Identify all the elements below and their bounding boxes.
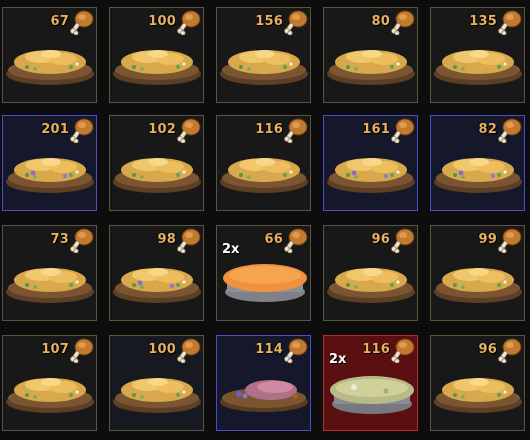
omelet-purple-food-icon	[433, 138, 523, 198]
item-count: 66	[264, 232, 283, 247]
omelet-food-icon	[112, 30, 202, 90]
drumstick-icon	[69, 117, 95, 144]
item-count: 116	[362, 342, 390, 357]
drumstick-icon	[497, 227, 523, 254]
drumstick-icon	[176, 227, 202, 254]
drumstick-icon	[176, 117, 202, 144]
inventory-slot[interactable]: 102	[109, 115, 204, 211]
item-count: 100	[148, 342, 176, 357]
inventory-slot[interactable]: 99	[430, 225, 525, 321]
inventory-slot[interactable]: 96	[323, 225, 418, 321]
inventory-slot[interactable]: 82	[430, 115, 525, 211]
inventory-slot[interactable]: 135	[430, 7, 525, 103]
omelet-food-icon	[5, 248, 95, 308]
omelet-food-icon	[326, 248, 416, 308]
omelet-food-icon	[219, 30, 309, 90]
inventory-slot[interactable]: 100	[109, 335, 204, 431]
item-count: 135	[469, 14, 497, 29]
multiplier-badge: 2x	[222, 242, 240, 257]
drumstick-icon	[497, 117, 523, 144]
omelet-food-icon	[433, 358, 523, 418]
omelet-purple-food-icon	[112, 248, 202, 308]
inventory-slot[interactable]: 80	[323, 7, 418, 103]
inventory-slot[interactable]: 98	[109, 225, 204, 321]
inventory-grid: 67 100 156 80 135 201 102 116 161 82 73 98 66 2x 96 99 1…	[0, 0, 530, 440]
omelet-food-icon	[219, 138, 309, 198]
item-count: 82	[478, 122, 497, 137]
inventory-slot[interactable]: 116	[216, 115, 311, 211]
omelet-food-icon	[5, 30, 95, 90]
item-count: 96	[371, 232, 390, 247]
drumstick-icon	[497, 337, 523, 364]
inventory-slot[interactable]: 114	[216, 335, 311, 431]
drumstick-icon	[176, 337, 202, 364]
green-pie-food-icon	[326, 358, 416, 418]
item-count: 96	[478, 342, 497, 357]
drumstick-icon	[390, 9, 416, 36]
item-count: 114	[255, 342, 283, 357]
item-count: 116	[255, 122, 283, 137]
inventory-slot[interactable]: 100	[109, 7, 204, 103]
item-count: 80	[371, 14, 390, 29]
drumstick-icon	[283, 117, 309, 144]
drumstick-icon	[497, 9, 523, 36]
meat-food-icon	[219, 358, 309, 418]
inventory-slot[interactable]: 201	[2, 115, 97, 211]
drumstick-icon	[69, 337, 95, 364]
inventory-slot[interactable]: 116 2x	[323, 335, 418, 431]
inventory-slot[interactable]: 66 2x	[216, 225, 311, 321]
omelet-food-icon	[5, 358, 95, 418]
drumstick-icon	[283, 337, 309, 364]
drumstick-icon	[390, 337, 416, 364]
drumstick-icon	[283, 227, 309, 254]
item-count: 73	[50, 232, 69, 247]
item-count: 201	[41, 122, 69, 137]
omelet-food-icon	[433, 30, 523, 90]
item-count: 100	[148, 14, 176, 29]
pie-food-icon	[219, 248, 309, 308]
multiplier-badge: 2x	[329, 352, 347, 367]
drumstick-icon	[390, 117, 416, 144]
item-count: 99	[478, 232, 497, 247]
item-count: 107	[41, 342, 69, 357]
omelet-purple-food-icon	[5, 138, 95, 198]
omelet-purple-food-icon	[326, 138, 416, 198]
omelet-food-icon	[326, 30, 416, 90]
drumstick-icon	[176, 9, 202, 36]
item-count: 161	[362, 122, 390, 137]
drumstick-icon	[69, 9, 95, 36]
drumstick-icon	[283, 9, 309, 36]
inventory-slot[interactable]: 67	[2, 7, 97, 103]
inventory-slot[interactable]: 156	[216, 7, 311, 103]
item-count: 102	[148, 122, 176, 137]
inventory-slot[interactable]: 73	[2, 225, 97, 321]
omelet-food-icon	[112, 138, 202, 198]
item-count: 98	[157, 232, 176, 247]
inventory-slot[interactable]: 161	[323, 115, 418, 211]
omelet-food-icon	[112, 358, 202, 418]
item-count: 67	[50, 14, 69, 29]
inventory-slot[interactable]: 107	[2, 335, 97, 431]
item-count: 156	[255, 14, 283, 29]
drumstick-icon	[69, 227, 95, 254]
drumstick-icon	[390, 227, 416, 254]
inventory-slot[interactable]: 96	[430, 335, 525, 431]
omelet-food-icon	[433, 248, 523, 308]
